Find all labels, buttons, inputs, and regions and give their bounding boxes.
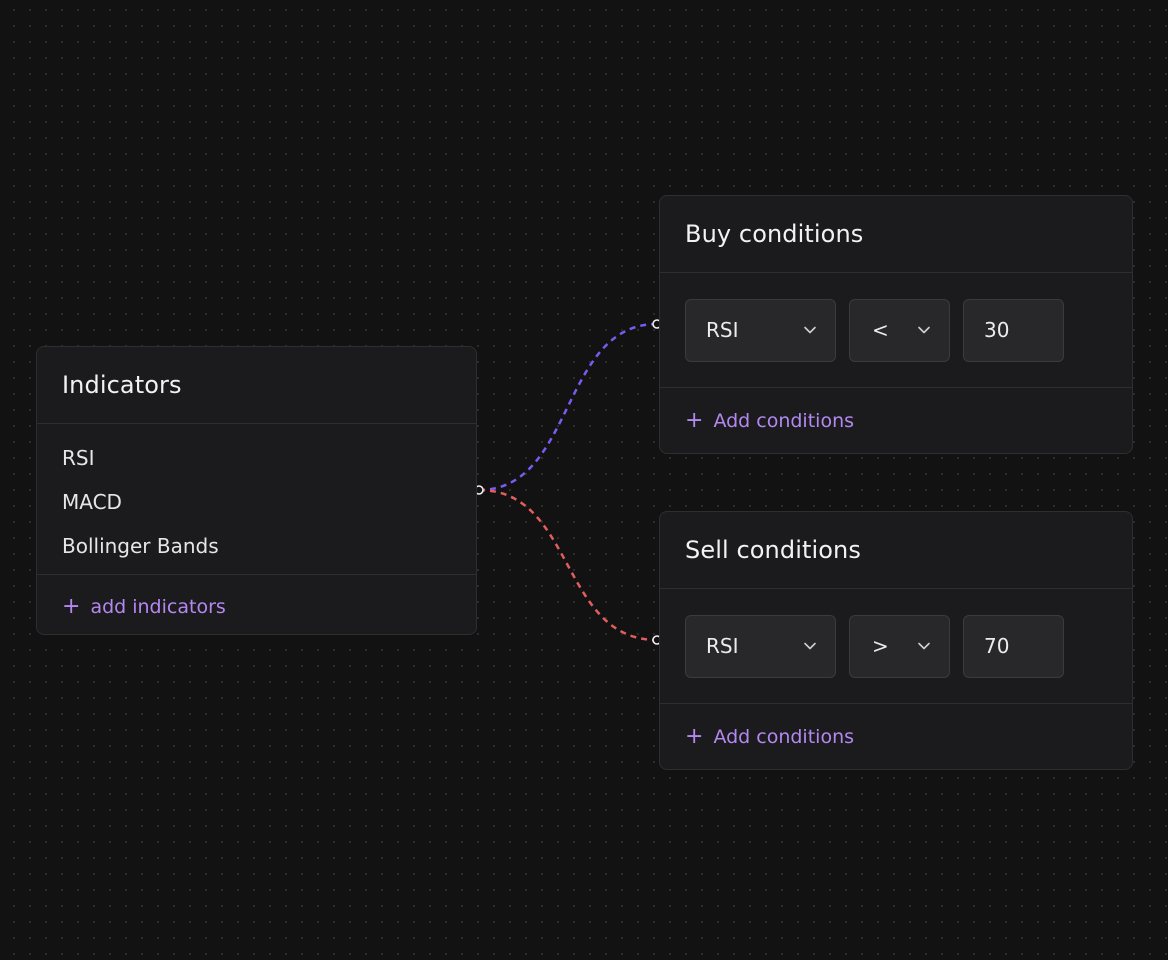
indicator-list: RSI MACD Bollinger Bands [37, 424, 476, 575]
sell-connection-line [478, 488, 658, 642]
sell-threshold-input[interactable]: 70 [963, 614, 1064, 678]
buy-conditions-title: Buy conditions [685, 220, 864, 248]
indicators-node[interactable]: Indicators RSI MACD Bollinger Bands + ad… [36, 346, 477, 635]
plus-icon: + [685, 723, 704, 749]
flow-canvas[interactable]: Indicators RSI MACD Bollinger Bands + ad… [0, 0, 1168, 960]
sell-indicator-select[interactable]: RSI [685, 614, 836, 678]
indicator-item-bollinger-bands[interactable]: Bollinger Bands [62, 524, 451, 568]
sell-conditions-title: Sell conditions [685, 536, 861, 564]
chevron-down-icon [804, 326, 816, 334]
buy-add-conditions-label: Add conditions [713, 409, 855, 432]
buy-condition-row: RSI < 30 [660, 273, 1132, 388]
add-indicators-button[interactable]: + add indicators [37, 575, 476, 638]
buy-operator-value: < [872, 318, 889, 342]
sell-operator-select[interactable]: > [849, 614, 950, 678]
buy-connection-line [478, 322, 658, 492]
sell-condition-row: RSI > 70 [660, 589, 1132, 704]
buy-indicator-select[interactable]: RSI [685, 298, 836, 362]
buy-conditions-header: Buy conditions [660, 196, 1132, 273]
buy-threshold-input[interactable]: 30 [963, 298, 1064, 362]
indicator-item-macd[interactable]: MACD [62, 480, 451, 524]
chevron-down-icon [804, 642, 816, 650]
indicators-node-header: Indicators [37, 347, 476, 424]
add-indicators-label: add indicators [90, 595, 226, 618]
plus-icon: + [685, 407, 704, 433]
sell-indicator-value: RSI [706, 634, 739, 658]
buy-indicator-value: RSI [706, 318, 739, 342]
buy-operator-select[interactable]: < [849, 298, 950, 362]
chevron-down-icon [918, 326, 930, 334]
chevron-down-icon [918, 642, 930, 650]
sell-add-conditions-button[interactable]: + Add conditions [660, 704, 1132, 769]
buy-conditions-node[interactable]: Buy conditions RSI < 30 + Add conditions [659, 195, 1133, 454]
plus-icon: + [62, 593, 81, 619]
indicators-title: Indicators [62, 371, 182, 399]
sell-conditions-node[interactable]: Sell conditions RSI > 70 + Add condition… [659, 511, 1133, 770]
sell-conditions-header: Sell conditions [660, 512, 1132, 589]
buy-add-conditions-button[interactable]: + Add conditions [660, 388, 1132, 453]
sell-operator-value: > [872, 634, 889, 658]
indicator-item-rsi[interactable]: RSI [62, 436, 451, 480]
sell-add-conditions-label: Add conditions [713, 725, 855, 748]
